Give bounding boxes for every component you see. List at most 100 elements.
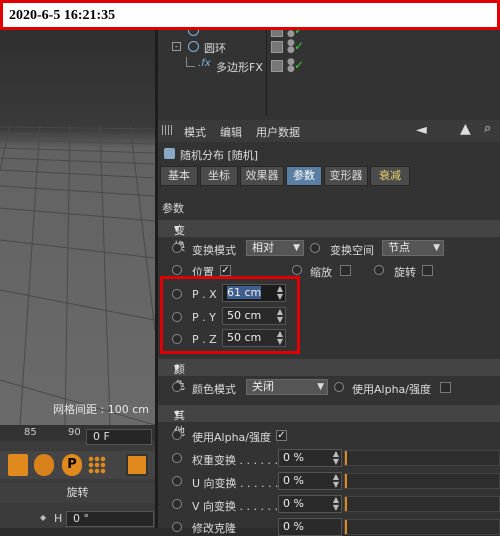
slider-handle[interactable] xyxy=(345,474,347,488)
object-manager: ●● ✓ - 圆环 ●● ✓ .fx 多边形FX ●● ✓ xyxy=(158,22,500,116)
grid-spacing-label: 网格间距 : 100 cm xyxy=(53,403,149,416)
object-title-row: 随机分布 [随机] xyxy=(158,144,500,164)
highlight-annotation xyxy=(160,276,300,354)
column-divider xyxy=(266,76,267,116)
tab-effector[interactable]: 效果器 xyxy=(240,166,284,186)
modify-clone-value: 0 % xyxy=(283,520,304,533)
up-arrow-icon[interactable]: ▲ xyxy=(460,121,471,137)
animate-radio[interactable] xyxy=(172,265,182,275)
transform-space-dropdown[interactable]: 节点 ▼ xyxy=(382,240,444,256)
rotation-checkbox[interactable] xyxy=(422,265,433,276)
keyframe-record-icon[interactable] xyxy=(8,454,28,476)
autokey-icon[interactable] xyxy=(34,454,54,476)
expand-icon[interactable]: - xyxy=(172,42,181,51)
tab-basic[interactable]: 基本 xyxy=(160,166,198,186)
fx-icon: .fx xyxy=(198,58,211,69)
ruler-tick: 85 xyxy=(24,427,37,438)
use-alpha-checkbox[interactable]: ✓ xyxy=(276,430,287,441)
animate-radio[interactable] xyxy=(172,476,182,486)
chevron-down-icon: ▼ xyxy=(317,382,324,392)
v-value: 0 % xyxy=(283,497,304,510)
scale-checkbox[interactable] xyxy=(340,265,351,276)
spinner-icon[interactable]: ▲ ▼ xyxy=(333,496,339,512)
animate-radio[interactable] xyxy=(172,522,182,532)
back-arrow-icon[interactable]: ◄ xyxy=(416,122,427,138)
u-value: 0 % xyxy=(283,474,304,487)
u-slider[interactable] xyxy=(344,473,500,489)
menu-mode[interactable]: 模式 xyxy=(184,124,206,140)
dot-grid-icon[interactable] xyxy=(88,456,106,474)
modify-clone-field[interactable]: 0 % xyxy=(278,518,342,536)
rotation-section-label: 旋转 xyxy=(0,483,155,503)
menu-user-data[interactable]: 用户数据 xyxy=(256,124,300,140)
attribute-manager: 模式 编辑 用户数据 ◄ ▲ ⌕ 随机分布 [随机] 基本 坐标 效果器 参数 … xyxy=(158,116,500,536)
other-section-header[interactable]: ▾ 其他 xyxy=(158,405,500,438)
animate-radio[interactable] xyxy=(310,243,320,253)
spinner-icon[interactable]: ▲ ▼ xyxy=(333,473,339,489)
object-name: 多边形FX xyxy=(216,61,263,74)
color-section-header[interactable]: ▾ 颜色 xyxy=(158,359,500,392)
chevron-down-icon: ▼ xyxy=(293,243,300,253)
parameter-key-icon[interactable]: P xyxy=(62,454,82,476)
weight-field[interactable]: 0 % ▲ ▼ xyxy=(278,449,342,467)
object-title: 随机分布 [随机] xyxy=(180,149,259,162)
timestamp-banner: 2020-6-5 16:21:35 xyxy=(0,0,500,30)
search-icon[interactable]: ⌕ xyxy=(484,121,491,136)
slider-handle[interactable] xyxy=(345,520,347,534)
tag-icon[interactable] xyxy=(271,41,283,53)
attribute-toolbar: 模式 编辑 用户数据 ◄ ▲ ⌕ xyxy=(158,120,500,142)
u-field[interactable]: 0 % ▲ ▼ xyxy=(278,472,342,490)
slider-handle[interactable] xyxy=(345,451,347,465)
animate-radio[interactable] xyxy=(334,382,344,392)
modify-clone-slider[interactable] xyxy=(344,519,500,535)
chevron-down-icon: ▼ xyxy=(433,243,440,253)
weight-slider[interactable] xyxy=(344,450,500,466)
slider-handle[interactable] xyxy=(345,497,347,511)
current-frame-field[interactable]: 0 F xyxy=(86,429,152,445)
tab-deformer[interactable]: 变形器 xyxy=(324,166,368,186)
color-mode-label: 颜色模式 xyxy=(192,383,236,396)
animate-radio[interactable] xyxy=(172,382,182,392)
animate-radio[interactable] xyxy=(172,499,182,509)
animate-radio[interactable] xyxy=(374,265,384,275)
h-rotation-field[interactable]: 0 ° xyxy=(66,511,154,527)
animate-radio[interactable] xyxy=(292,265,302,275)
position-checkbox[interactable]: ✓ xyxy=(220,265,231,276)
viewport[interactable]: 网格间距 : 100 cm xyxy=(0,30,155,425)
transform-mode-label: 变换模式 xyxy=(192,244,236,257)
transform-section-header[interactable]: ▾ 变换 xyxy=(158,220,500,253)
rotation-label: 旋转 xyxy=(394,266,416,279)
animate-radio[interactable] xyxy=(172,453,182,463)
tag-icon[interactable] xyxy=(271,60,283,72)
transform-mode-dropdown[interactable]: 相对 ▼ xyxy=(246,240,304,256)
v-field[interactable]: 0 % ▲ ▼ xyxy=(278,495,342,513)
dropdown-value: 关闭 xyxy=(252,380,274,393)
use-alpha-label: 使用Alpha/强度 xyxy=(352,383,431,396)
dropdown-value: 相对 xyxy=(252,241,274,254)
spinner-icon[interactable]: ▲ ▼ xyxy=(333,450,339,466)
tab-parameters[interactable]: 参数 xyxy=(286,166,322,186)
tab-coordinates[interactable]: 坐标 xyxy=(200,166,238,186)
grip-icon[interactable] xyxy=(162,125,174,135)
modify-clone-label: 修改克隆 xyxy=(192,522,236,535)
object-row[interactable]: - 圆环 ● ● ✓ xyxy=(158,38,500,57)
tab-falloff[interactable]: 衰减 xyxy=(370,166,410,186)
scale-label: 缩放 xyxy=(310,266,332,279)
enabled-check-icon[interactable]: ✓ xyxy=(294,58,304,72)
animate-radio[interactable] xyxy=(172,243,182,253)
object-row[interactable]: .fx 多边形FX ● ● ✓ xyxy=(158,57,500,76)
use-alpha-checkbox[interactable] xyxy=(440,382,451,393)
timestamp-text: 2020-6-5 16:21:35 xyxy=(9,8,116,23)
v-slider[interactable] xyxy=(344,496,500,512)
h-label: H xyxy=(54,512,63,525)
weight-value: 0 % xyxy=(283,451,304,464)
random-effector-icon xyxy=(164,148,175,159)
animate-radio[interactable] xyxy=(172,430,182,440)
u-label: U 向变换 . . . . . . xyxy=(192,477,279,490)
enabled-check-icon[interactable]: ✓ xyxy=(294,39,304,53)
color-mode-dropdown[interactable]: 关闭 ▼ xyxy=(246,379,328,395)
film-strip-icon[interactable] xyxy=(126,454,148,476)
menu-edit[interactable]: 编辑 xyxy=(220,124,242,140)
transport-toolbar: P xyxy=(0,451,155,479)
spinner-icon[interactable]: ◆ xyxy=(40,513,46,522)
